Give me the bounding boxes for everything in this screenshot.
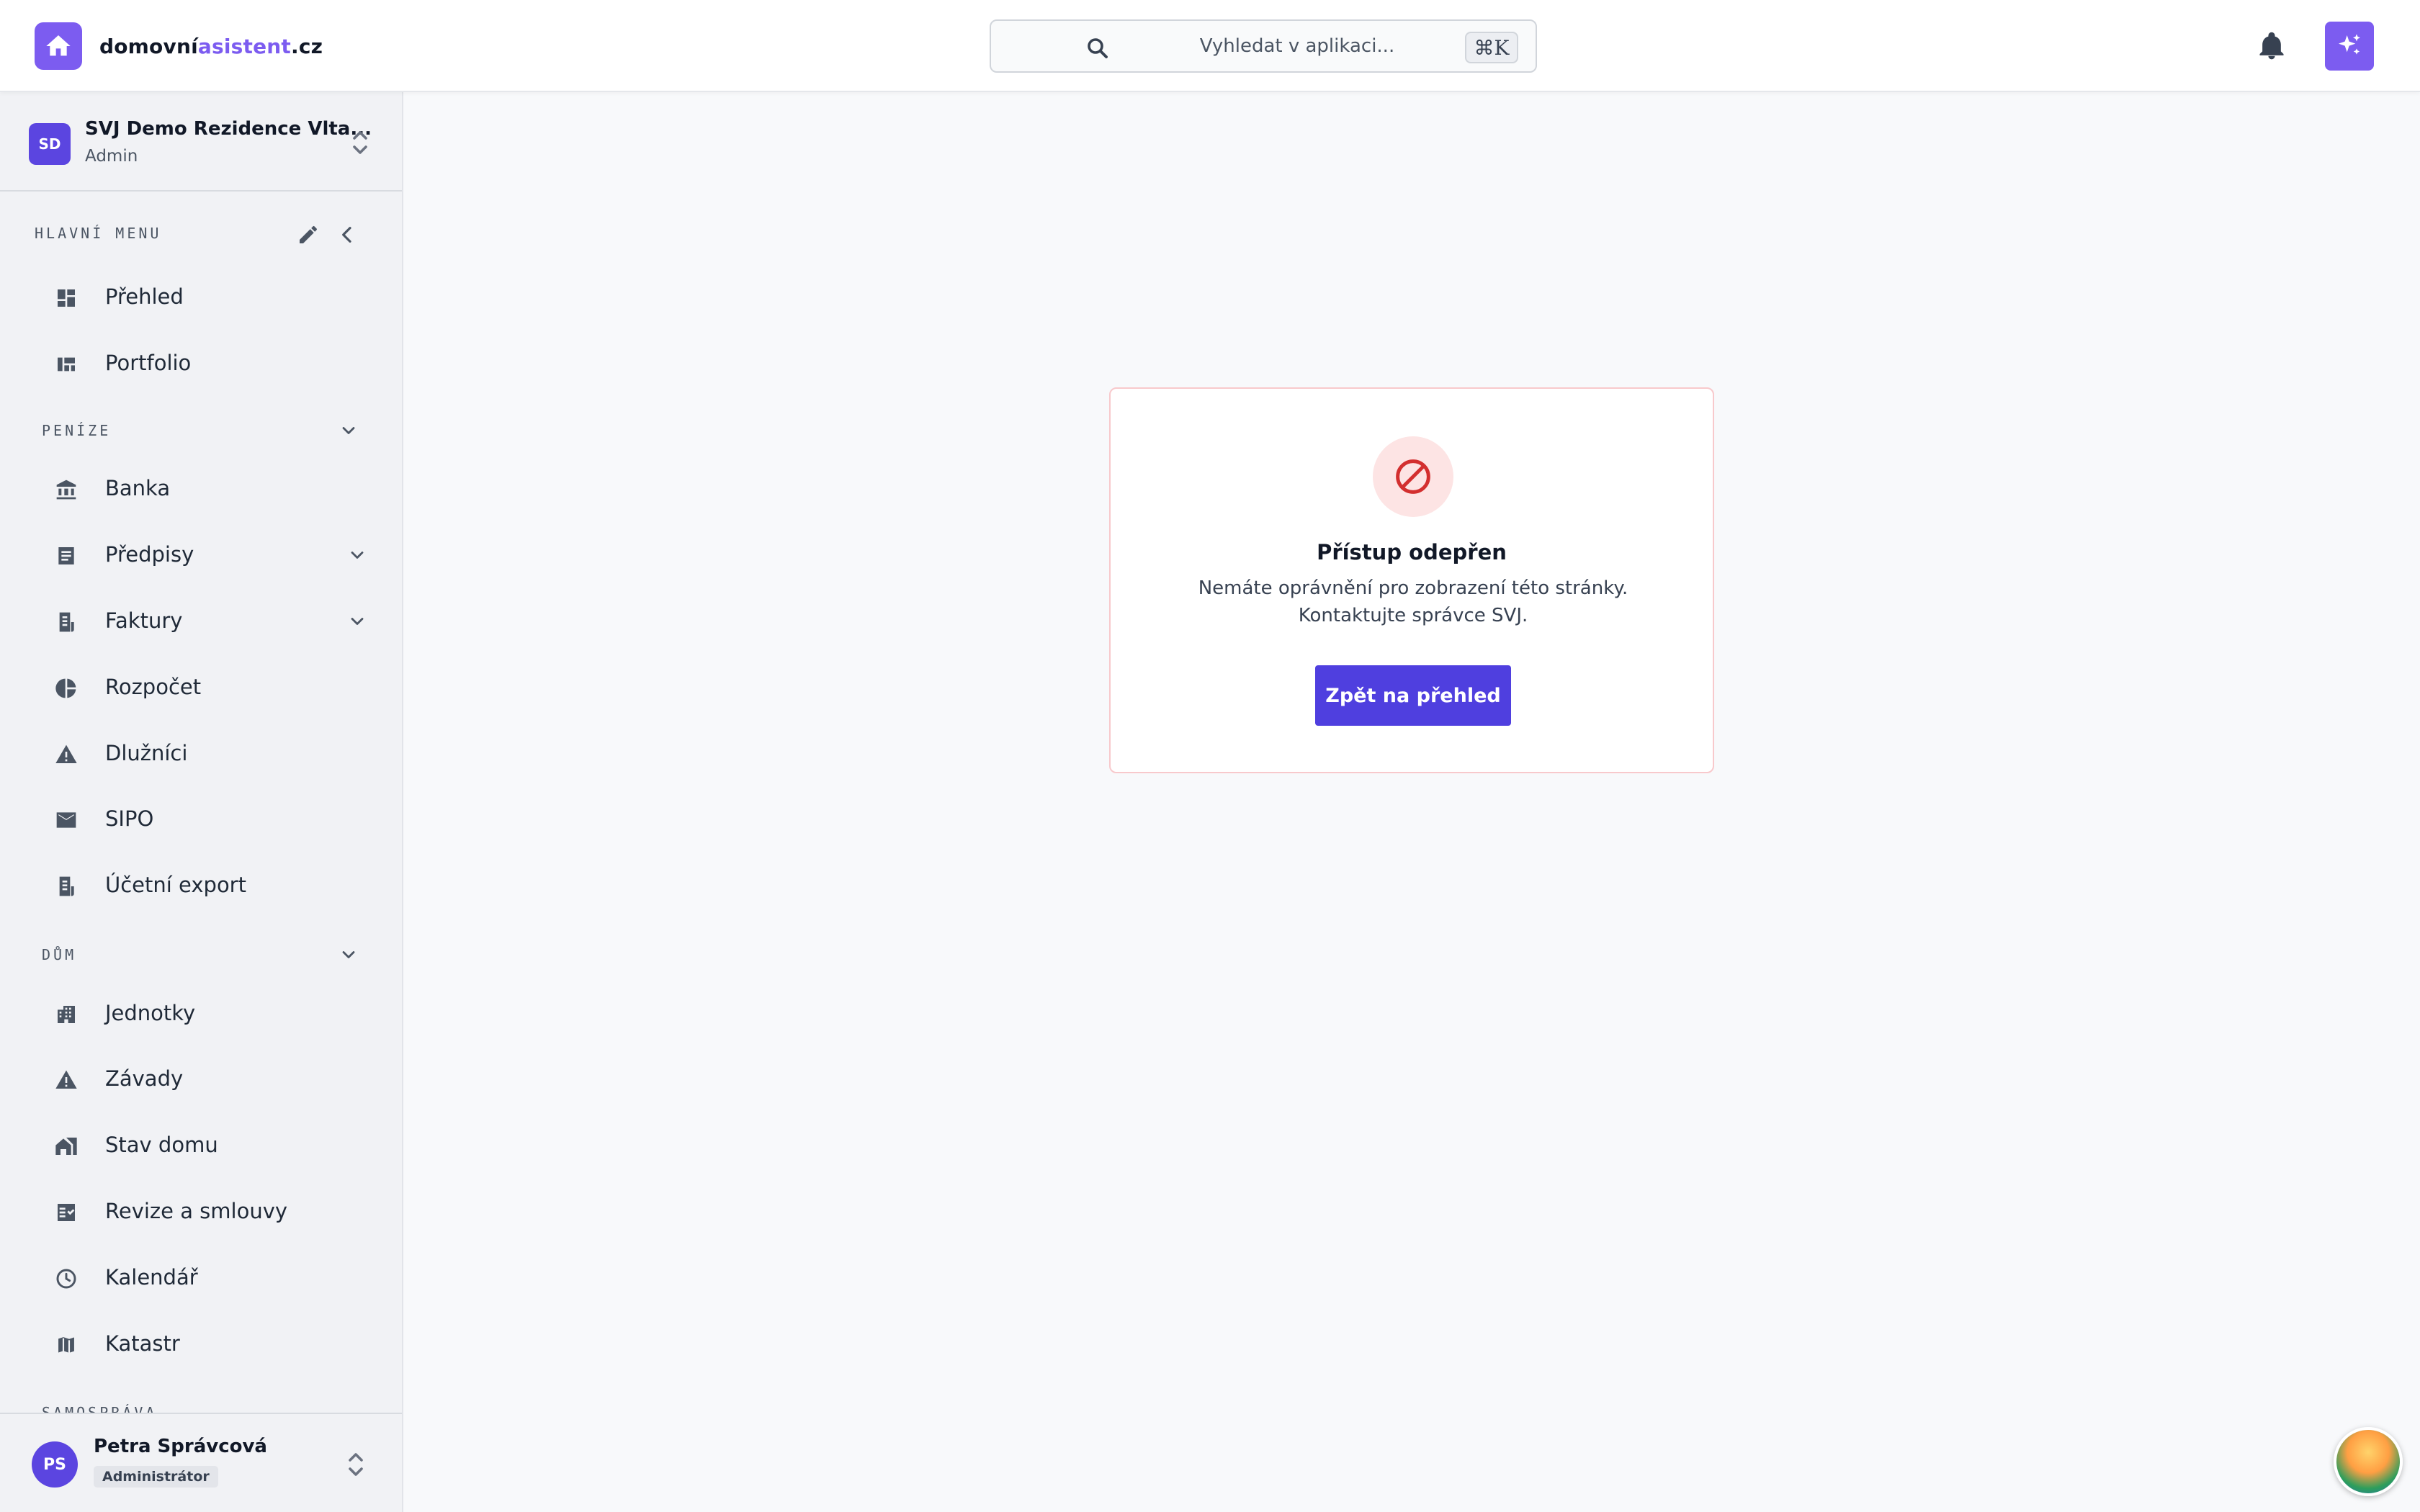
brand[interactable]: domovníasistent.cz	[35, 22, 323, 70]
search-box[interactable]: ⌘K	[990, 19, 1537, 73]
sidebar-item-label: Banka	[105, 476, 171, 500]
org-avatar: SD	[29, 123, 71, 165]
sidebar-item-label: Přehled	[105, 284, 184, 309]
menu-header-main: HLAVNÍ MENU	[35, 225, 162, 242]
chevron-down-icon[interactable]	[339, 420, 359, 441]
sidebar-item-rozpocet[interactable]: Rozpočet	[43, 662, 367, 712]
home-logo-icon	[35, 22, 82, 70]
map-icon	[56, 1335, 76, 1355]
sidebar-item-label: Rozpočet	[105, 675, 202, 699]
chevron-down-icon[interactable]	[347, 611, 367, 631]
receipt-icon	[59, 876, 74, 896]
sidebar-item-label: Závady	[105, 1066, 184, 1091]
sidebar-item-label: Katastr	[105, 1331, 180, 1356]
sidebar-item-prehled[interactable]: Přehled	[43, 271, 367, 322]
sidebar-item-portfolio[interactable]: Portfolio	[43, 338, 367, 388]
sidebar-item-ucetni-export[interactable]: Účetní export	[43, 860, 367, 910]
checklist-icon	[58, 1204, 75, 1221]
avatar: PS	[32, 1441, 78, 1488]
menu-header-clip: SAMOSPRÁVA	[0, 1397, 402, 1413]
page-title: Přístup odepřen	[1317, 540, 1507, 564]
dashboard-icon	[58, 289, 75, 307]
sidebar-item-faktury[interactable]: Faktury	[43, 595, 367, 646]
menu-header-house[interactable]: DŮM	[42, 946, 76, 963]
warning-icon	[55, 744, 77, 763]
user-name: Petra Správcová	[94, 1436, 267, 1457]
sidebar-item-kalendar[interactable]: Kalendář	[43, 1252, 367, 1302]
apartment-icon	[58, 1006, 75, 1023]
search-shortcut: ⌘K	[1465, 32, 1518, 63]
access-denied-message: Nemáte oprávnění pro zobrazení této strá…	[1198, 577, 1628, 626]
house-status-icon	[55, 1138, 77, 1155]
collapse-chevron-left-icon[interactable]	[336, 223, 359, 246]
help-widget-button[interactable]	[2334, 1427, 2403, 1496]
sidebar-item-label: Kalendář	[105, 1265, 198, 1290]
sidebar-item-jednotky[interactable]: Jednotky	[43, 988, 367, 1038]
chevron-up-down-icon[interactable]	[350, 128, 370, 157]
chevron-up-down-icon[interactable]	[346, 1450, 366, 1479]
user-role-badge: Administrátor	[94, 1466, 218, 1488]
sidebar-item-label: Revize a smlouvy	[105, 1199, 288, 1223]
menu-header-money[interactable]: PENÍZE	[42, 422, 111, 439]
user-switcher[interactable]: PS Petra Správcová Administrátor	[0, 1413, 402, 1512]
notification-bell-icon[interactable]	[2256, 30, 2287, 62]
chevron-down-icon[interactable]	[339, 945, 359, 965]
sidebar-item-label: Účetní export	[105, 873, 246, 897]
sidebar-item-label: Stav domu	[105, 1133, 218, 1157]
receipt-icon	[59, 612, 74, 632]
menu-header-samosprava[interactable]: SAMOSPRÁVA	[42, 1404, 157, 1413]
sidebar-item-zavady[interactable]: Závady	[43, 1053, 367, 1104]
chevron-down-icon[interactable]	[347, 545, 367, 565]
org-role: Admin	[85, 147, 138, 166]
access-denied-card: Přístup odepřen Nemáte oprávnění pro zob…	[1109, 387, 1714, 773]
sidebar-item-stav-domu[interactable]: Stav domu	[43, 1120, 367, 1170]
brand-name: domovníasistent.cz	[99, 35, 323, 58]
sidebar-item-dluznici[interactable]: Dlužníci	[43, 728, 367, 778]
sidebar-item-label: Faktury	[105, 608, 183, 633]
pie-chart-icon	[55, 678, 76, 698]
sidebar-item-revize-a-smlouvy[interactable]: Revize a smlouvy	[43, 1186, 367, 1236]
brand-name-part1: domovní	[99, 34, 198, 58]
brand-name-part3: .cz	[291, 34, 323, 58]
warning-icon	[55, 1070, 77, 1089]
ai-assistant-button[interactable]	[2325, 22, 2374, 71]
edit-pencil-icon[interactable]	[297, 223, 320, 246]
sparkles-icon	[2339, 34, 2360, 55]
search-icon	[1088, 38, 1108, 58]
bank-icon	[56, 480, 76, 500]
clock-icon	[56, 1269, 76, 1289]
sidebar-item-label: SIPO	[105, 806, 154, 831]
org-name: SVJ Demo Rezidence Vlta...	[85, 118, 372, 140]
sidebar-item-sipo[interactable]: SIPO	[43, 793, 367, 844]
brand-name-part2: asistent	[197, 34, 291, 58]
sidebar-item-label: Portfolio	[105, 351, 192, 375]
list-icon	[58, 547, 74, 564]
back-to-overview-button[interactable]: Zpět na přehled	[1315, 665, 1511, 726]
portfolio-icon	[58, 357, 75, 372]
sidebar-item-label: Jednotky	[105, 1001, 196, 1025]
sidebar-item-label: Dlužníci	[105, 741, 188, 765]
top-bar: domovníasistent.cz ⌘K	[0, 0, 2420, 92]
sidebar-item-banka[interactable]: Banka	[43, 463, 367, 513]
search-input[interactable]	[1128, 30, 1466, 63]
sidebar-item-katastr[interactable]: Katastr	[43, 1318, 367, 1369]
forbidden-icon	[1373, 436, 1453, 517]
org-switcher[interactable]: SD SVJ Demo Rezidence Vlta... Admin	[0, 92, 402, 192]
sidebar: SD SVJ Demo Rezidence Vlta... Admin HLAV…	[0, 92, 403, 1512]
mail-icon	[56, 812, 76, 828]
sidebar-item-predpisy[interactable]: Předpisy	[43, 529, 367, 580]
sidebar-item-label: Předpisy	[105, 542, 194, 567]
